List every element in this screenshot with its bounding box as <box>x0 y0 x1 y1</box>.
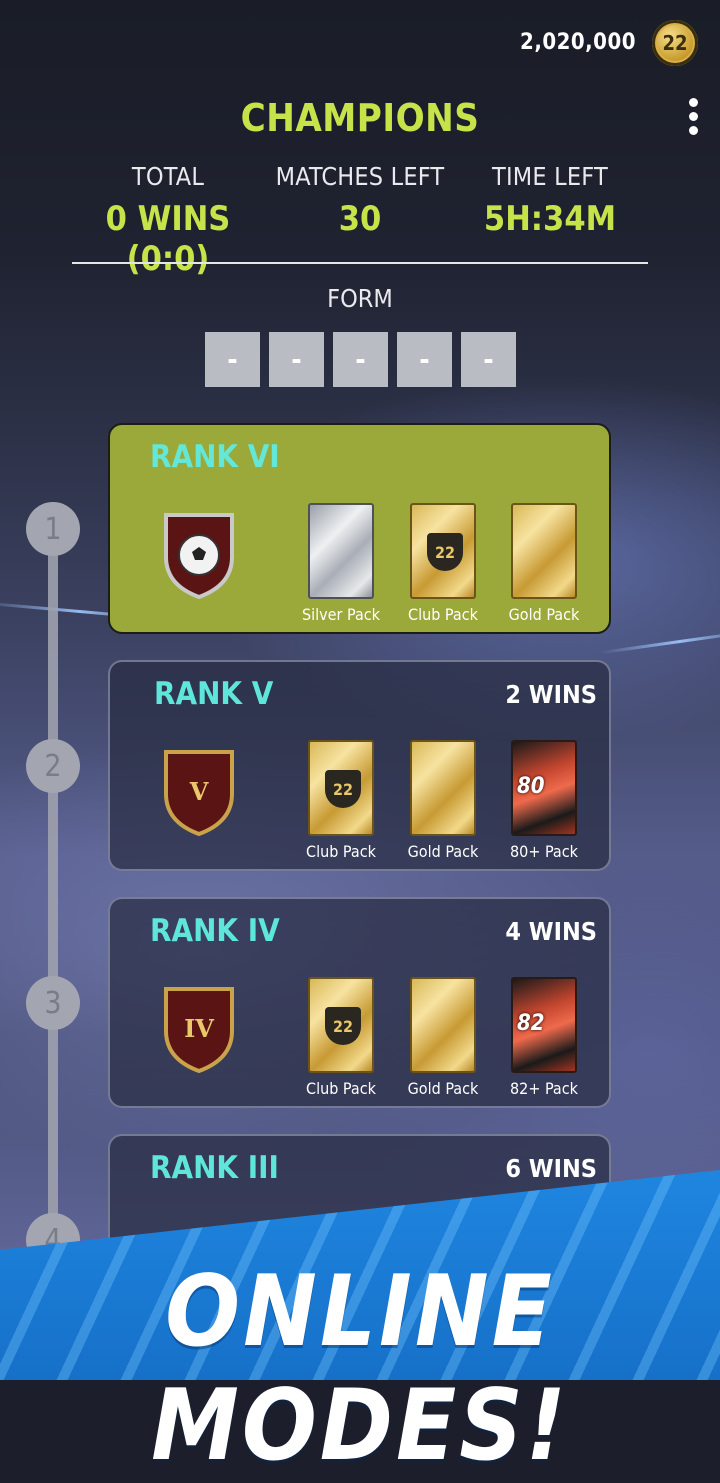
stat-time-left: TIME LEFT 5H:34M <box>450 162 650 239</box>
club-crest-icon: 22 <box>325 1007 361 1045</box>
pack-rating: 80 <box>517 774 545 799</box>
rank-v-badge-icon: V <box>164 750 234 837</box>
pack-label: 82+ Pack <box>510 1079 578 1098</box>
club-pack: 22 <box>308 977 374 1073</box>
rank-card-iv[interactable]: RANK IV 4 WINS IV 22 Club Pack Gold Pack… <box>108 897 611 1108</box>
rank-card-vi[interactable]: RANK VI Silver Pack 22 Club Pack Gold Pa… <box>108 423 611 634</box>
pack-label: Gold Pack <box>407 1079 479 1098</box>
form-label: FORM <box>327 284 393 313</box>
club-crest-icon: 22 <box>427 533 463 571</box>
80-plus-pack: 80 <box>511 740 577 836</box>
club-pack: 22 <box>410 503 476 599</box>
stat-matches-left-value: 30 <box>338 199 382 239</box>
badge-numeral: V <box>189 777 209 806</box>
pack-rating: 82 <box>517 1011 545 1036</box>
pack-label: Gold Pack <box>407 842 479 861</box>
pack-label: Gold Pack <box>508 605 580 624</box>
promo-banner-text: ONLINE MODES! <box>151 1255 569 1483</box>
stat-time-left-label: TIME LEFT <box>492 162 608 191</box>
coin-icon: 22 <box>652 20 698 66</box>
rank-title: RANK III <box>150 1150 279 1186</box>
timeline-node: 1 <box>26 502 80 556</box>
club-pack: 22 <box>308 740 374 836</box>
timeline-track <box>48 528 58 1288</box>
form-result-box: - <box>205 332 260 387</box>
82-plus-pack: 82 <box>511 977 577 1073</box>
rank-wins: 6 WINS <box>505 1154 597 1183</box>
rank-iv-badge-icon: IV <box>164 987 234 1074</box>
pack-label: Club Pack <box>306 1079 376 1098</box>
rank-wins: 2 WINS <box>505 680 597 709</box>
stat-matches-left-label: MATCHES LEFT <box>275 162 445 191</box>
divider <box>72 262 648 264</box>
timeline-node: 2 <box>26 739 80 793</box>
club-crest-icon: 22 <box>325 770 361 808</box>
gold-pack <box>410 740 476 836</box>
silver-pack <box>308 503 374 599</box>
rank-title: RANK IV <box>150 913 280 949</box>
pack-label: Club Pack <box>306 842 376 861</box>
form-result-box: - <box>397 332 452 387</box>
form-result-box: - <box>333 332 388 387</box>
form-results: - - - - - <box>205 332 516 387</box>
stat-matches-left: MATCHES LEFT 30 <box>260 162 460 239</box>
light-beam <box>600 628 720 655</box>
form-result-box: - <box>269 332 324 387</box>
rank-title: RANK VI <box>150 439 280 475</box>
pack-label: 80+ Pack <box>510 842 578 861</box>
soccer-ball-badge-icon <box>164 513 234 600</box>
page-title: CHAMPIONS <box>240 96 480 140</box>
stat-total-label: TOTAL <box>131 162 205 191</box>
coin-balance: 2,020,000 <box>520 30 636 55</box>
pack-label: Club Pack <box>408 605 478 624</box>
stat-total-value: 0 WINS (0:0) <box>105 199 231 279</box>
gold-pack <box>511 503 577 599</box>
pack-label: Silver Pack <box>301 605 381 624</box>
gold-pack <box>410 977 476 1073</box>
rank-card-v[interactable]: RANK V 2 WINS V 22 Club Pack Gold Pack 8… <box>108 660 611 871</box>
stat-time-left-value: 5H:34M <box>483 199 617 239</box>
form-result-box: - <box>461 332 516 387</box>
rank-wins: 4 WINS <box>505 917 597 946</box>
badge-numeral: IV <box>184 1014 214 1043</box>
rank-title: RANK V <box>154 676 274 712</box>
timeline-node: 3 <box>26 976 80 1030</box>
